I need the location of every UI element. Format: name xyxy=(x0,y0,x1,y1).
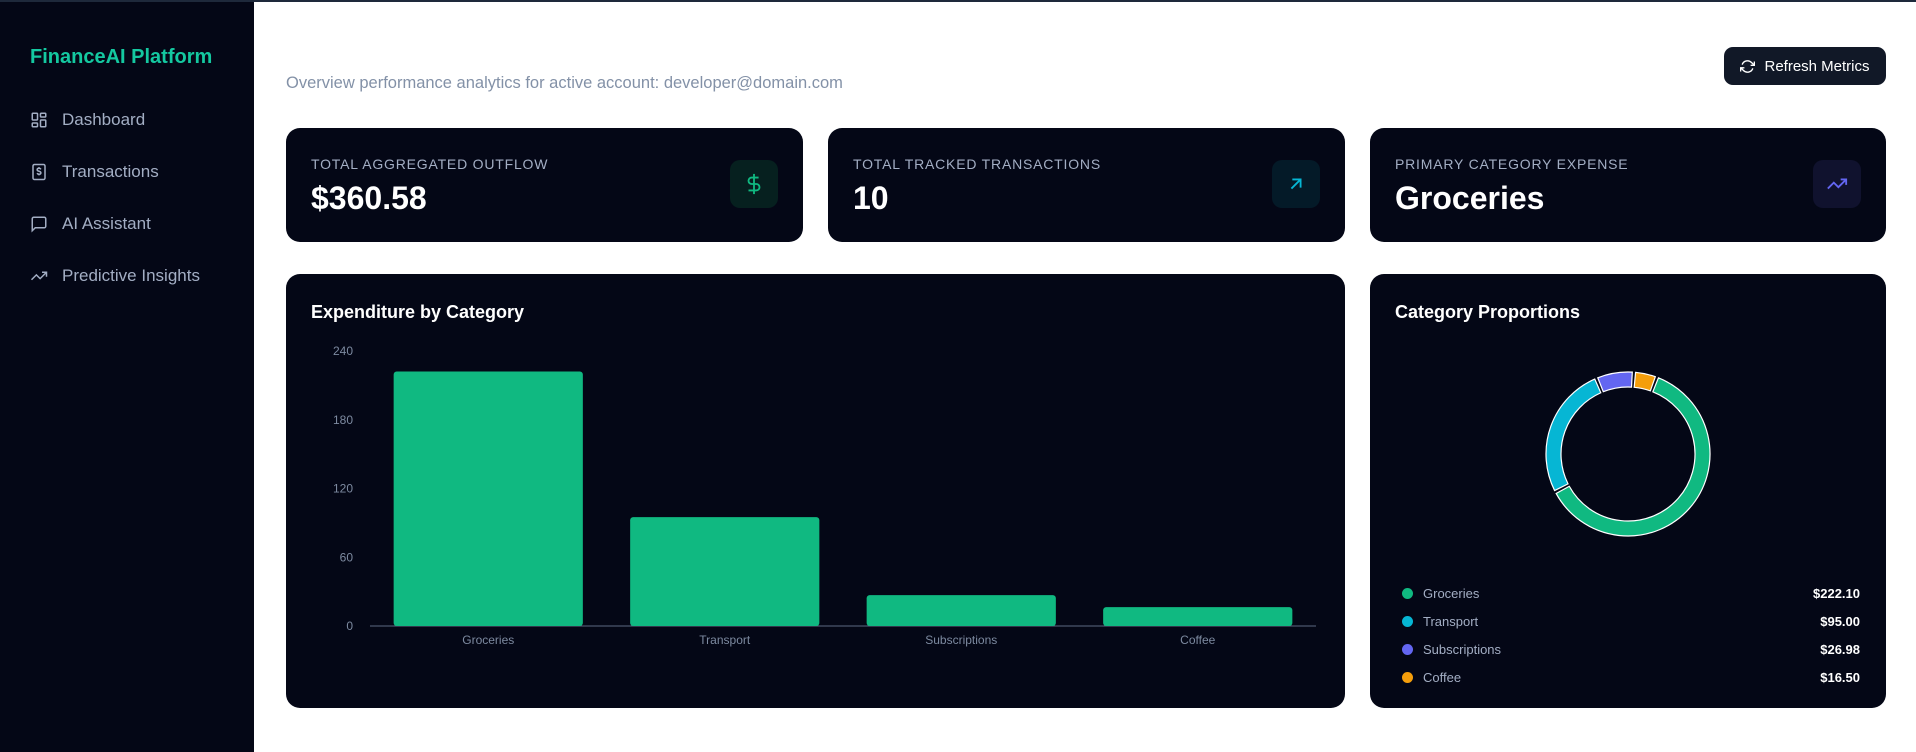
legend-value: $16.50 xyxy=(1820,669,1860,685)
arrow-up-right-icon xyxy=(1290,178,1302,190)
bar-chart-card: Expenditure by Category 0 60 120 180 240 Groc… xyxy=(286,274,1345,708)
sidebar-item-ai-assistant[interactable]: AI Assistant xyxy=(30,211,151,237)
stat-card-total-outflow: TOTAL AGGREGATED OUTFLOW $360.58 xyxy=(286,128,803,242)
bar-coffee[interactable] xyxy=(1103,607,1293,626)
donut-slice-transport[interactable] xyxy=(1545,378,1602,492)
donut-chart-card: Category Proportions Groceries $222.10 Tra… xyxy=(1370,274,1886,708)
sidebar-item-predictive-insights[interactable]: Predictive Insights xyxy=(30,263,200,289)
stat-value: 10 xyxy=(853,180,889,216)
page-subtitle: Overview performance analytics for activ… xyxy=(286,74,843,92)
sidebar-item-transactions[interactable]: Transactions xyxy=(30,159,159,185)
refresh-label: Refresh Metrics xyxy=(1764,57,1870,75)
y-tick-label: 60 xyxy=(340,550,354,564)
x-tick-label: Groceries xyxy=(462,633,514,647)
donut-chart-title: Category Proportions xyxy=(1395,302,1581,322)
legend-swatch xyxy=(1402,615,1413,627)
dashboard-grid-icon xyxy=(31,112,47,128)
stat-value: $360.58 xyxy=(311,180,427,216)
brand-title: FinanceAI Platform xyxy=(30,46,213,68)
stat-card-total-transactions: TOTAL TRACKED TRANSACTIONS 10 xyxy=(828,128,1345,242)
sidebar-item-label: Transactions xyxy=(62,162,159,181)
stat-icon-box xyxy=(730,160,778,208)
donut-slice-coffee[interactable] xyxy=(1633,371,1657,392)
legend-swatch xyxy=(1402,587,1413,599)
legend-item: Transport $95.00 xyxy=(1402,611,1860,631)
y-tick-label: 180 xyxy=(333,413,353,427)
dollar-icon xyxy=(747,173,761,195)
donut-chart xyxy=(1545,371,1711,537)
stat-label: TOTAL TRACKED TRANSACTIONS xyxy=(853,156,1101,172)
bar-subscriptions[interactable] xyxy=(866,595,1056,626)
legend-value: $222.10 xyxy=(1813,585,1860,601)
legend-swatch xyxy=(1402,643,1413,655)
donut-slice-subscriptions[interactable] xyxy=(1596,371,1633,393)
refresh-icon xyxy=(1740,59,1756,73)
stat-label: PRIMARY CATEGORY EXPENSE xyxy=(1395,156,1629,172)
sidebar-item-label: Dashboard xyxy=(62,110,146,129)
legend-value: $95.00 xyxy=(1820,613,1860,629)
chat-bubble-icon xyxy=(31,216,47,233)
legend-label: Subscriptions xyxy=(1423,641,1502,657)
legend-item: Groceries $222.10 xyxy=(1402,583,1860,603)
legend-item: Subscriptions $26.98 xyxy=(1402,639,1860,659)
refresh-metrics-button[interactable]: Refresh Metrics xyxy=(1724,47,1886,85)
sidebar: FinanceAI Platform Dashboard Transaction… xyxy=(0,2,254,752)
legend-swatch xyxy=(1402,671,1413,683)
sidebar-item-label: Predictive Insights xyxy=(62,266,200,285)
sidebar-item-label: AI Assistant xyxy=(62,214,151,233)
receipt-dollar-icon xyxy=(32,163,46,181)
bar-chart: 0 60 120 180 240 Groceries Transport Subscripti… xyxy=(333,344,1316,647)
legend-label: Coffee xyxy=(1423,669,1462,685)
y-tick-label: 120 xyxy=(333,482,353,496)
x-tick-label: Coffee xyxy=(1180,633,1215,647)
y-tick-label: 0 xyxy=(346,619,353,633)
bar-groceries[interactable] xyxy=(393,371,583,626)
trending-up-icon xyxy=(30,271,48,281)
stat-icon-box xyxy=(1813,160,1861,208)
x-tick-label: Subscriptions xyxy=(925,633,997,647)
stat-icon-box xyxy=(1272,160,1320,208)
stat-label: TOTAL AGGREGATED OUTFLOW xyxy=(311,156,549,172)
trending-up-icon xyxy=(1827,178,1848,190)
stat-card-primary-category: PRIMARY CATEGORY EXPENSE Groceries xyxy=(1370,128,1886,242)
legend-label: Groceries xyxy=(1423,585,1480,601)
bar-transport[interactable] xyxy=(630,517,820,626)
y-tick-label: 240 xyxy=(333,344,353,358)
legend-value: $26.98 xyxy=(1820,641,1860,657)
legend-item: Coffee $16.50 xyxy=(1402,667,1860,687)
stat-value: Groceries xyxy=(1395,180,1545,216)
x-tick-label: Transport xyxy=(699,633,751,647)
legend-label: Transport xyxy=(1423,613,1479,629)
sidebar-item-dashboard[interactable]: Dashboard xyxy=(30,107,145,133)
